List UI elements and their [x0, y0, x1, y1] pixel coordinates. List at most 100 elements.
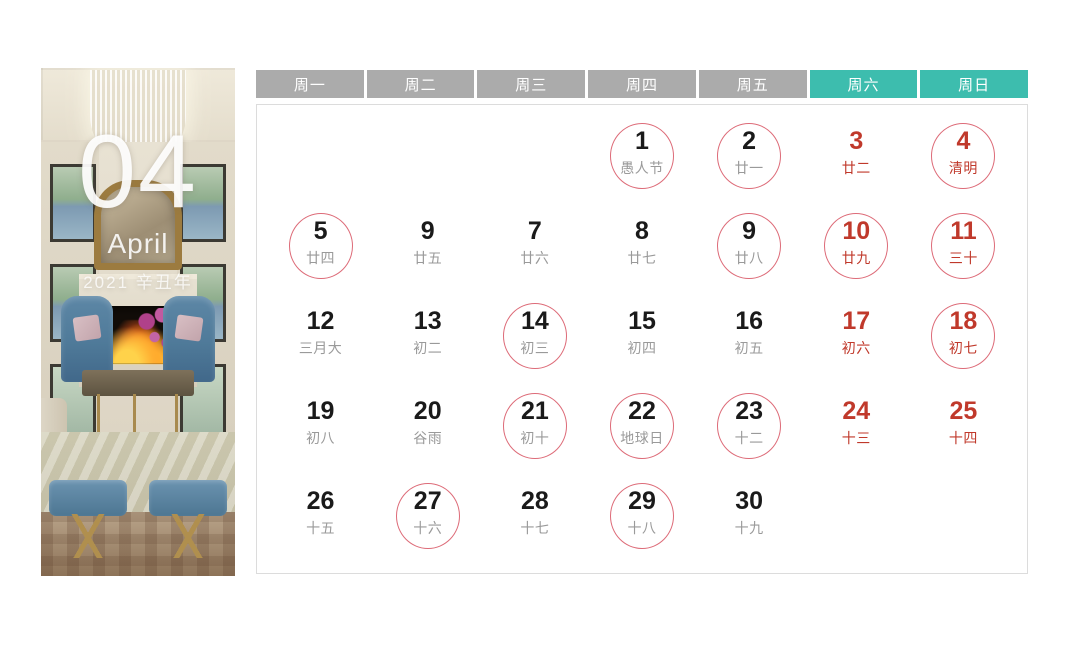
day-cell[interactable]: 1 愚人节 — [588, 119, 695, 209]
day-number: 30 — [735, 487, 764, 515]
day-cell[interactable]: 21 初十 — [481, 389, 588, 479]
day-cell[interactable]: 20 谷雨 — [374, 389, 481, 479]
day-lunar-label: 地球日 — [620, 430, 664, 447]
calendar-grid: 周一 周二 周三 周四 周五 周六 周日 1 愚人节 2 廿一 3 廿二 4 清明 5 廿四 9 廿五 7 廿六 8 廿七… — [256, 70, 1029, 574]
day-cell[interactable]: 11 三十 — [910, 209, 1017, 299]
day-lunar-label: 初六 — [841, 340, 871, 357]
day-lunar-label: 廿六 — [520, 250, 550, 267]
day-cell[interactable]: 12 三月大 — [267, 299, 374, 389]
day-lunar-label: 清明 — [948, 160, 978, 177]
weekday-label: 周二 — [404, 76, 437, 94]
day-number: 20 — [413, 397, 442, 425]
day-number: 29 — [628, 487, 656, 515]
day-cell[interactable]: 30 十九 — [696, 479, 803, 569]
week-row: 26 十五 27 十六 28 十七 29 十八 30 十九 — [267, 479, 1017, 569]
week-row: 5 廿四 9 廿五 7 廿六 8 廿七 9 廿八 10 廿九 11 三十 — [267, 209, 1017, 299]
week-row: 1 愚人节 2 廿一 3 廿二 4 清明 — [267, 119, 1017, 209]
weekday-label: 周四 — [626, 76, 659, 94]
day-cell[interactable]: 19 初八 — [267, 389, 374, 479]
day-number: 27 — [413, 487, 442, 515]
day-number: 14 — [520, 307, 549, 335]
day-number: 7 — [527, 217, 542, 245]
day-lunar-label: 初八 — [306, 430, 336, 447]
month-hero-panel: 04 April 2021 辛丑年 — [41, 68, 235, 576]
weekday-label: 周五 — [736, 76, 769, 94]
day-number: 13 — [413, 307, 442, 335]
day-cell[interactable]: 4 清明 — [910, 119, 1017, 209]
month-name: April — [107, 228, 169, 259]
day-cell[interactable]: 2 廿一 — [696, 119, 803, 209]
day-number: 23 — [735, 397, 764, 425]
day-lunar-label: 三十 — [948, 250, 978, 267]
day-lunar-label: 初二 — [413, 340, 443, 357]
day-cell[interactable]: 24 十三 — [803, 389, 910, 479]
day-lunar-label: 初四 — [627, 340, 657, 357]
day-number: 21 — [520, 397, 549, 425]
weekday-header-1: 周一 — [256, 70, 364, 98]
day-number: 19 — [306, 397, 335, 425]
day-number: 26 — [306, 487, 335, 515]
day-lunar-label: 谷雨 — [413, 430, 443, 447]
weekday-label: 周一 — [293, 76, 326, 94]
day-cell[interactable]: 9 廿五 — [374, 209, 481, 299]
day-cell[interactable]: 13 初二 — [374, 299, 481, 389]
day-cell[interactable]: 18 初七 — [910, 299, 1017, 389]
day-lunar-label: 廿一 — [734, 160, 764, 177]
day-number: 15 — [628, 307, 656, 335]
day-cell[interactable]: 3 廿二 — [803, 119, 910, 209]
day-number: 5 — [313, 217, 328, 245]
day-number: 3 — [849, 127, 864, 155]
week-row: 12 三月大 13 初二 14 初三 15 初四 16 初五 17 初六 18 初七 — [267, 299, 1017, 389]
day-lunar-label: 初三 — [520, 340, 550, 357]
day-number: 11 — [950, 217, 977, 245]
day-cell[interactable]: 8 廿七 — [588, 209, 695, 299]
day-lunar-label: 十九 — [734, 520, 764, 537]
day-lunar-label: 廿五 — [413, 250, 443, 267]
day-lunar-label: 十七 — [520, 520, 550, 537]
day-lunar-label: 十八 — [627, 520, 657, 537]
day-number: 18 — [949, 307, 978, 335]
day-cell[interactable]: 27 十六 — [374, 479, 481, 569]
day-number: 8 — [635, 217, 649, 245]
day-cell[interactable]: 25 十四 — [910, 389, 1017, 479]
day-lunar-label: 愚人节 — [620, 160, 664, 177]
hero-text-overlay: 04 April 2021 辛丑年 — [41, 68, 235, 576]
weekday-header-7: 周日 — [920, 70, 1029, 98]
day-number: 9 — [742, 217, 757, 245]
day-lunar-label: 廿七 — [627, 250, 657, 267]
weekday-header-5: 周五 — [698, 70, 807, 98]
day-cell[interactable]: 15 初四 — [588, 299, 695, 389]
day-number: 22 — [628, 397, 656, 425]
day-cell[interactable]: 29 十八 — [588, 479, 695, 569]
day-cell[interactable]: 17 初六 — [803, 299, 910, 389]
day-cell[interactable]: 5 廿四 — [267, 209, 374, 299]
day-number: 16 — [735, 307, 764, 335]
day-cell[interactable]: 28 十七 — [481, 479, 588, 569]
day-cell[interactable]: 7 廿六 — [481, 209, 588, 299]
weekday-header-3: 周三 — [477, 70, 586, 98]
day-cell[interactable]: 26 十五 — [267, 479, 374, 569]
day-lunar-label: 十五 — [306, 520, 336, 537]
day-lunar-label: 初五 — [734, 340, 764, 357]
weekday-label: 周日 — [958, 76, 991, 94]
day-number: 12 — [306, 307, 335, 335]
day-number: 2 — [742, 127, 757, 155]
day-lunar-label: 十二 — [734, 430, 764, 447]
calendar-app: 04 April 2021 辛丑年 周一 周二 周三 周四 周五 周六 周日 1 愚人节 2 廿一… — [0, 0, 1080, 652]
weekday-label: 周六 — [847, 76, 880, 94]
day-cell[interactable]: 9 廿八 — [696, 209, 803, 299]
day-number: 24 — [842, 397, 871, 425]
day-cell[interactable]: 23 十二 — [696, 389, 803, 479]
weekday-label: 周三 — [515, 76, 548, 94]
calendar-body: 1 愚人节 2 廿一 3 廿二 4 清明 5 廿四 9 廿五 7 廿六 8 廿七 9 廿八 10 廿九 11 三十 12 三月… — [256, 104, 1028, 574]
day-lunar-label: 三月大 — [298, 340, 343, 357]
day-cell[interactable]: 16 初五 — [696, 299, 803, 389]
weekday-header-6: 周六 — [809, 70, 918, 98]
weekday-header-2: 周二 — [366, 70, 475, 98]
day-lunar-label: 廿四 — [306, 250, 336, 267]
day-cell[interactable]: 14 初三 — [481, 299, 588, 389]
day-lunar-label: 初七 — [948, 340, 978, 357]
day-lunar-label: 初十 — [520, 430, 550, 447]
day-cell[interactable]: 22 地球日 — [588, 389, 695, 479]
day-cell[interactable]: 10 廿九 — [803, 209, 910, 299]
